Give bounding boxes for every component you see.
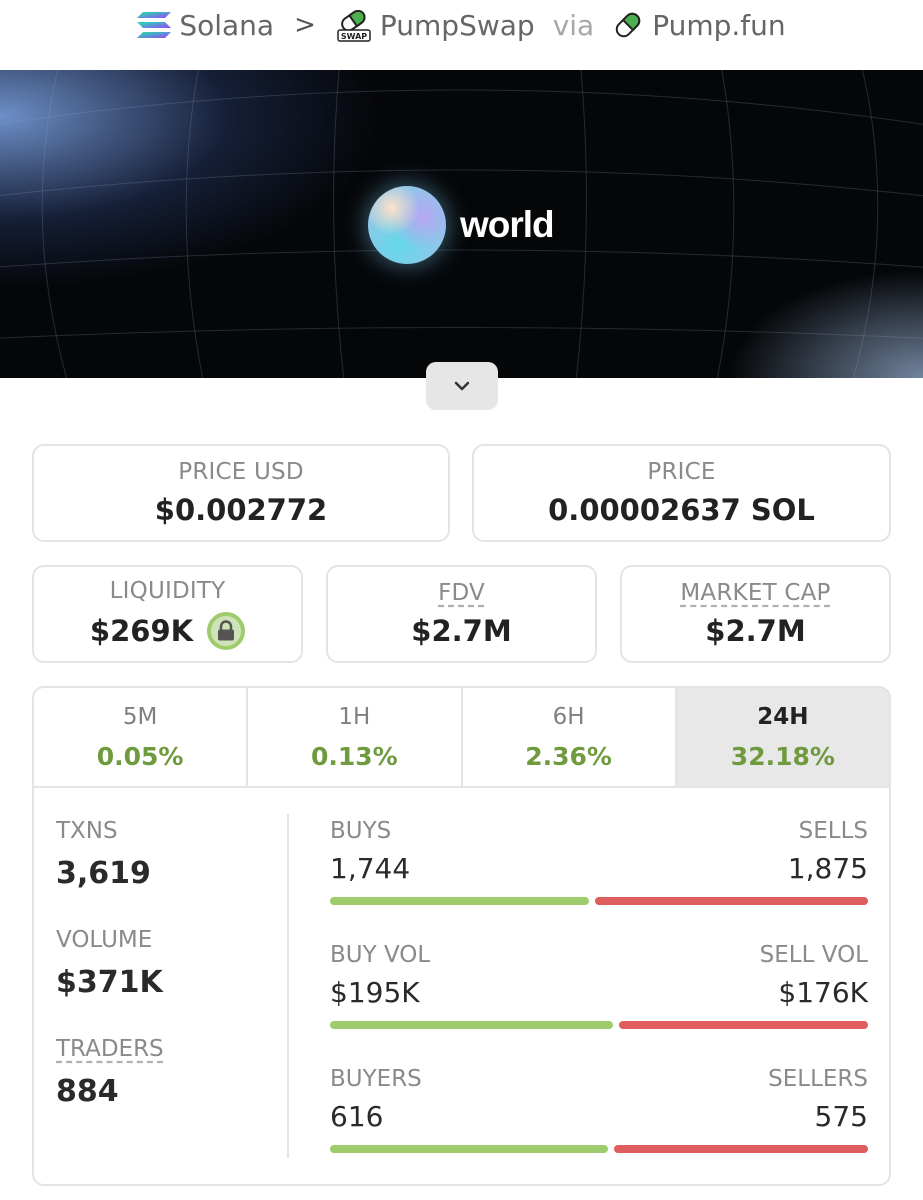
sell-bar	[614, 1145, 868, 1153]
column-divider	[287, 814, 289, 1158]
liquidity-value: $269K	[89, 614, 194, 648]
world-orb-icon	[368, 186, 446, 264]
volume-ratio-bar	[330, 1021, 868, 1029]
fdv-value: $2.7M	[411, 614, 512, 648]
tab-label: 1H	[338, 703, 371, 730]
chevron-right-icon: >	[294, 10, 316, 40]
logo-text: world	[460, 204, 555, 245]
sells-label: SELLS	[798, 818, 868, 844]
chain-label: Solana	[179, 8, 275, 42]
tab-1h[interactable]: 1H 0.13%	[248, 688, 463, 786]
sell-bar	[618, 1021, 868, 1029]
buy-vol-value: $195K	[330, 976, 420, 1009]
tab-change: 2.36%	[525, 741, 612, 771]
market-cap-value: $2.7M	[705, 614, 806, 648]
tab-label: 5M	[122, 703, 158, 730]
volume-value: $371K	[56, 965, 163, 1000]
market-cap-label[interactable]: MARKET CAP	[680, 580, 830, 606]
sell-vol-value: $176K	[778, 976, 868, 1009]
buy-bar	[330, 1145, 609, 1153]
buyers-label: BUYERS	[330, 1066, 422, 1092]
tab-change: 0.13%	[311, 741, 398, 771]
svg-text:SWAP: SWAP	[341, 32, 367, 41]
buy-vol-label: BUY VOL	[330, 942, 431, 968]
liquidity-card: LIQUIDITY $269K	[32, 565, 303, 663]
token-banner: world	[0, 70, 923, 378]
buyers-value: 616	[330, 1100, 384, 1133]
traders-metric: TRADERS 884	[56, 1036, 164, 1109]
stats-panel: 5M 0.05% 1H 0.13% 6H 2.36% 24H 32.18% TX…	[32, 686, 891, 1186]
dex-label: PumpSwap	[379, 8, 535, 42]
tab-5m[interactable]: 5M 0.05%	[34, 688, 249, 786]
tab-6h[interactable]: 6H 2.36%	[463, 688, 677, 786]
buy-bar	[330, 1021, 613, 1029]
buys-value: 1,744	[330, 852, 411, 885]
breadcrumb: Solana > SWAP PumpSwap via Pump.fun	[0, 0, 923, 50]
breadcrumb-chain[interactable]: Solana	[137, 9, 274, 42]
sell-bar	[595, 897, 868, 905]
tab-label: 6H	[552, 703, 585, 730]
stats-body: TXNS 3,619 VOLUME $371K TRADERS 884 BUYS…	[34, 788, 889, 1184]
sellers-value: 575	[814, 1100, 868, 1133]
breadcrumb-dex[interactable]: SWAP PumpSwap	[336, 8, 535, 42]
market-cap-card: MARKET CAP $2.7M	[620, 565, 891, 663]
chevron-down-icon	[454, 381, 470, 391]
price-value: 0.00002637 SOL	[548, 493, 815, 527]
fdv-card: FDV $2.7M	[326, 565, 597, 663]
buys-sells-ratio-bar	[330, 897, 868, 905]
via-label: via	[552, 8, 595, 42]
buys-sells-row: BUYS SELLS 1,744 1,875	[330, 818, 868, 905]
pill-icon	[615, 12, 641, 38]
sells-value: 1,875	[787, 852, 868, 885]
liquidity-label: LIQUIDITY	[109, 578, 226, 604]
price-usd-value: $0.002772	[154, 493, 328, 527]
buyers-sellers-row: BUYERS SELLERS 616 575	[330, 1066, 868, 1153]
launchpad-label: Pump.fun	[652, 8, 786, 42]
traders-value: 884	[56, 1074, 119, 1109]
txns-metric: TXNS 3,619	[56, 818, 164, 891]
sell-vol-label: SELL VOL	[759, 942, 868, 968]
liquidity-value-row: $269K	[89, 612, 246, 650]
buy-bar	[330, 897, 590, 905]
txns-value: 3,619	[56, 856, 151, 891]
buy-sell-breakdown: BUYS SELLS 1,744 1,875 BUY VOL SELL VOL	[330, 818, 868, 1184]
breadcrumb-launchpad[interactable]: Pump.fun	[612, 8, 786, 42]
fdv-label[interactable]: FDV	[438, 580, 485, 606]
volume-metric: VOLUME $371K	[56, 927, 164, 1000]
price-usd-card: PRICE USD $0.002772	[32, 444, 450, 542]
expand-button[interactable]	[426, 362, 498, 410]
lock-icon[interactable]	[207, 612, 246, 650]
tab-24h[interactable]: 24H 32.18%	[676, 688, 889, 786]
tab-label: 24H	[757, 703, 809, 730]
timeframe-tabs: 5M 0.05% 1H 0.13% 6H 2.36% 24H 32.18%	[34, 688, 889, 788]
txns-label: TXNS	[56, 818, 118, 844]
traders-ratio-bar	[330, 1145, 868, 1153]
traders-label[interactable]: TRADERS	[56, 1036, 164, 1062]
tab-change: 0.05%	[96, 741, 184, 771]
volume-label: VOLUME	[56, 927, 153, 953]
summary-metrics: TXNS 3,619 VOLUME $371K TRADERS 884	[56, 818, 164, 1145]
pumpswap-icon: SWAP	[337, 9, 371, 42]
price-label: PRICE	[647, 459, 716, 485]
price-usd-label: PRICE USD	[178, 459, 304, 485]
tab-change: 32.18%	[730, 741, 835, 771]
sellers-label: SELLERS	[768, 1066, 868, 1092]
buy-sell-volume-row: BUY VOL SELL VOL $195K $176K	[330, 942, 868, 1029]
price-native-card: PRICE 0.00002637 SOL	[472, 444, 891, 542]
buys-label: BUYS	[330, 818, 392, 844]
solana-icon	[137, 12, 172, 38]
token-logo: world	[368, 186, 555, 264]
